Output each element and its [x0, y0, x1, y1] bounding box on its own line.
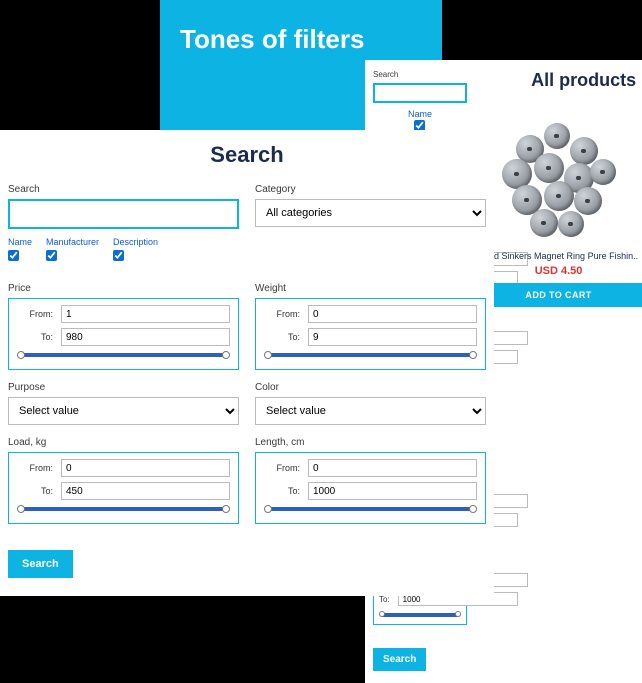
- search-label: Search: [8, 184, 239, 195]
- color-select[interactable]: Select value: [255, 397, 486, 425]
- color-label: Color: [255, 382, 486, 393]
- load-from-input[interactable]: [61, 459, 230, 477]
- product-image: [494, 115, 624, 245]
- purpose-label: Purpose: [8, 382, 239, 393]
- price-from-input[interactable]: [61, 305, 230, 323]
- chk-name-label: Name: [408, 109, 432, 119]
- weight-from-input[interactable]: [308, 305, 477, 323]
- length-label: Length, cm: [255, 437, 486, 448]
- search-button[interactable]: Search: [373, 648, 426, 671]
- length-slider[interactable]: [379, 611, 461, 617]
- length-slider[interactable]: [264, 505, 477, 513]
- product-card: Lead Sinkers Magnet Ring Pure Fishin.. U…: [475, 115, 642, 307]
- length-to-input[interactable]: [308, 482, 477, 500]
- price-range: From: To:: [8, 298, 239, 370]
- load-range: From: To:: [8, 452, 239, 524]
- price-label: Price: [8, 283, 239, 294]
- length-range: From: To:: [255, 452, 486, 524]
- weight-to-input[interactable]: [308, 328, 477, 346]
- search-input[interactable]: [8, 199, 239, 229]
- products-heading: All products: [475, 70, 642, 91]
- chk-name[interactable]: [8, 250, 19, 261]
- search-button[interactable]: Search: [8, 550, 73, 578]
- search-panel: Search Search Name Manufacturer Descript…: [0, 130, 494, 596]
- weight-range: From: To:: [255, 298, 486, 370]
- purpose-select[interactable]: Select value: [8, 397, 239, 425]
- chk-description-label: Description: [113, 237, 158, 247]
- chk-manufacturer-label: Manufacturer: [46, 237, 99, 247]
- chk-description[interactable]: [113, 250, 124, 261]
- load-slider[interactable]: [17, 505, 230, 513]
- hero-title: Tones of filters: [180, 24, 422, 55]
- search-heading: Search: [8, 142, 486, 168]
- search-label: Search: [373, 70, 467, 79]
- weight-slider[interactable]: [264, 351, 477, 359]
- add-to-cart-button[interactable]: ADD TO CART: [475, 283, 642, 307]
- chk-name-label: Name: [8, 237, 32, 247]
- search-input[interactable]: [373, 83, 467, 103]
- price-to-input[interactable]: [61, 328, 230, 346]
- load-label: Load, kg: [8, 437, 239, 448]
- weight-label: Weight: [255, 283, 486, 294]
- length-from-input[interactable]: [308, 459, 477, 477]
- price-slider[interactable]: [17, 351, 230, 359]
- product-name: Lead Sinkers Magnet Ring Pure Fishin..: [475, 251, 642, 261]
- chk-manufacturer[interactable]: [46, 250, 57, 261]
- category-label: Category: [255, 184, 486, 195]
- load-to-input[interactable]: [61, 482, 230, 500]
- product-price: USD 4.50: [475, 265, 642, 277]
- category-select[interactable]: All categories: [255, 199, 486, 227]
